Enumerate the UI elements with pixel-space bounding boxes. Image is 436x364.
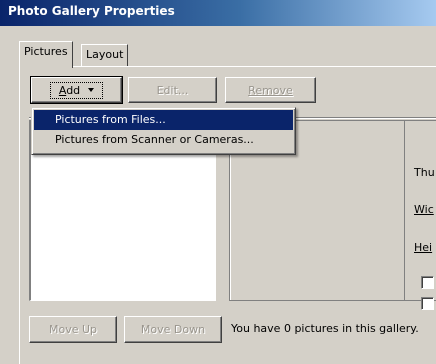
- edit-button-label: Edit...: [156, 83, 189, 97]
- move-up-label: Move Up: [48, 323, 98, 336]
- tab-pictures[interactable]: Pictures: [19, 41, 73, 68]
- menu-item-pictures-from-scanner[interactable]: Pictures from Scanner or Cameras...: [34, 130, 293, 150]
- move-up-button[interactable]: Move Up: [29, 316, 117, 343]
- add-dropdown-menu: Pictures from Files... Pictures from Sca…: [31, 107, 296, 155]
- move-down-button[interactable]: Move Down: [124, 316, 222, 343]
- menu-item-label: Pictures from Scanner or Cameras...: [55, 133, 254, 146]
- tab-layout[interactable]: Layout: [81, 44, 129, 66]
- picture-count-status: You have 0 pictures in this gallery.: [231, 322, 419, 335]
- width-label: Wic: [414, 203, 434, 216]
- add-button-label: Add: [59, 84, 80, 97]
- add-button-focus: Add: [49, 81, 104, 99]
- remove-button-label: Remove: [248, 83, 293, 97]
- thumbnail-label: Thu: [414, 166, 435, 179]
- dropdown-arrow-icon: [88, 88, 95, 92]
- option-checkbox-1[interactable]: [421, 276, 434, 289]
- option-checkbox-2[interactable]: [421, 297, 434, 310]
- title-bar[interactable]: Photo Gallery Properties: [0, 0, 436, 26]
- add-label-rest: dd: [66, 83, 81, 97]
- add-button[interactable]: Add: [30, 76, 123, 104]
- window-title: Photo Gallery Properties: [8, 4, 175, 18]
- tab-layout-label: Layout: [86, 48, 124, 61]
- move-down-label: Move Down: [140, 323, 206, 336]
- remove-button[interactable]: Remove: [225, 77, 316, 103]
- menu-item-pictures-from-files[interactable]: Pictures from Files...: [34, 110, 293, 130]
- tab-pictures-label: Pictures: [24, 45, 68, 58]
- edit-button[interactable]: Edit...: [128, 77, 217, 103]
- height-label: Hei: [414, 241, 433, 254]
- menu-item-label: Pictures from Files...: [55, 113, 166, 126]
